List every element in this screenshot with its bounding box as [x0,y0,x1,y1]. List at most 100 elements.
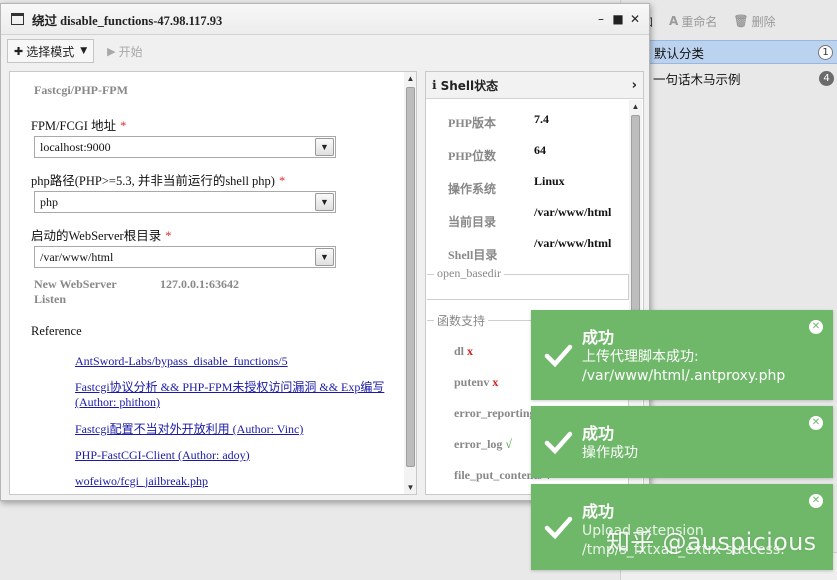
reference-link[interactable]: wofeiwo/fcgi_jailbreak.php [75,474,393,489]
php-path-value: php [40,195,58,209]
toast-title: 成功 [582,328,615,347]
toast-message: 上传代理脚本成功: /var/www/html/.antproxy.php [582,348,785,386]
delete-category-button[interactable]: 🗑 删除 [725,13,783,30]
webroot-label: 启动的WebServer根目录 * [31,225,171,244]
fpm-address-select[interactable]: localhost:9000 ▼ [34,136,336,158]
category-count-badge: 4 [819,70,834,86]
webroot-value: /var/www/html [40,250,114,264]
chevron-right-icon[interactable]: › [632,78,637,93]
success-toast[interactable]: 成功 上传代理脚本成功: /var/www/html/.antproxy.php… [531,310,833,400]
play-icon: ▶ [107,44,116,58]
reference-links: AntSword-Labs/bypass_disable_functions/5… [75,354,393,494]
success-toast[interactable]: 成功 操作成功 ✕ [531,406,833,478]
window-title: 绕过 disable_functions-47.98.117.93 [32,13,223,28]
watermark-text: 知乎 @auspicious [606,528,817,556]
stat-value: 7.4 [534,112,549,126]
new-webserver-value: 127.0.0.1:63642 [160,277,239,291]
php-path-label-text: php路径(PHP>=5.3, 并非当前运行的shell php) [31,174,275,188]
fpm-address-value: localhost:9000 [40,140,111,154]
window-titlebar[interactable]: 绕过 disable_functions-47.98.117.93 – ■ ✕ [1,4,649,35]
trash-icon: 🗑 [733,14,749,28]
toast-message-line: 操作成功 [582,445,638,461]
function-row: dl x [454,344,473,359]
chevron-down-icon[interactable]: ▼ [315,138,334,156]
function-name: error_log [454,437,503,451]
stat-key: PHP位数 [448,149,496,163]
category-list: 默认分类 1 一句话木马示例 4 [621,40,837,92]
unsupported-mark: x [492,375,499,389]
category-toolbar: 添加 A 重命名 🗑 删除 [621,8,837,34]
category-label: 默认分类 [654,45,705,61]
reference-link[interactable]: AntSword-Labs/bypass_disable_functions/5 [75,354,393,369]
select-mode-label: 选择模式 [26,44,75,59]
category-count-badge: 1 [818,44,833,60]
close-icon[interactable]: ✕ [809,320,823,334]
start-label: 开始 [118,44,143,59]
toast-title: 成功 [582,502,615,521]
scroll-down-icon[interactable]: ▼ [404,481,416,494]
reference-link[interactable]: Fastcgi配置不当对外开放利用 (Author: Vinc) [75,422,393,437]
checkmark-icon [544,431,573,455]
font-a-icon: A [669,14,679,28]
supported-mark: √ [505,437,513,451]
unsupported-mark: x [467,344,474,358]
window-toolbar: ✚ 选择模式 ▼ ▶ 开始 [1,35,649,67]
scrollbar-thumb[interactable] [631,115,640,315]
category-label: 一句话木马示例 [653,71,741,87]
reference-link[interactable]: PHP-FastCGI-Client (Author: adoy) [75,448,393,463]
stat-key: 操作系统 [448,182,497,196]
function-row: error_log √ [454,437,512,452]
rename-label: 重命名 [681,14,718,29]
window-icon [11,13,24,25]
required-mark: * [165,229,172,243]
toast-message-line: 上传代理脚本成功: [582,349,699,365]
stat-key: 当前目录 [448,215,497,229]
functions-legend: 函数支持 [434,312,489,329]
toast-title: 成功 [582,424,615,443]
function-name: putenv [454,375,490,389]
rename-category-button[interactable]: A 重命名 [661,13,725,30]
scrollbar-thumb[interactable] [406,87,415,467]
checkmark-icon [544,516,573,540]
minimize-button[interactable]: – [593,12,609,26]
close-icon[interactable]: ✕ [809,494,823,508]
category-item-default[interactable]: 默认分类 1 [621,40,837,64]
php-path-label: php路径(PHP>=5.3, 并非当前运行的shell php) * [31,170,285,189]
delete-label: 删除 [751,14,776,29]
info-icon: ℹ [432,78,437,92]
stat-value: /var/www/html [534,205,612,219]
form-scrollbar[interactable]: ▲ ▼ [404,72,416,494]
function-name: file_put_contents [454,468,542,482]
chevron-down-icon[interactable]: ▼ [315,248,334,266]
close-icon[interactable]: ✕ [809,416,823,430]
shell-status-header[interactable]: ℹ Shell状态 › [426,72,643,99]
maximize-button[interactable]: ■ [610,12,626,26]
checkmark-icon [544,344,573,368]
stat-key: PHP版本 [448,116,496,130]
close-button[interactable]: ✕ [627,12,643,26]
required-mark: * [278,174,286,188]
start-button[interactable]: ▶ 开始 [100,39,149,63]
webroot-select[interactable]: /var/www/html ▼ [34,246,336,268]
config-form-pane: Fastcgi/PHP-FPM FPM/FCGI 地址 * localhost:9… [9,71,417,495]
section-title: Fastcgi/PHP-FPM [34,83,128,97]
reference-link[interactable]: Fastcgi协议分析 && PHP-FPM未授权访问漏洞 && Exp编写(A… [75,380,393,410]
function-name: error_reporting [454,406,536,420]
function-row: putenv x [454,375,498,390]
toast-message-line: /var/www/html/.antproxy.php [582,368,786,384]
webroot-label-text: 启动的WebServer根目录 [31,229,162,243]
scroll-up-icon[interactable]: ▲ [629,100,642,113]
caret-down-icon: ▼ [80,46,88,56]
fpm-address-label-text: FPM/FCGI 地址 [31,119,117,133]
php-path-select[interactable]: php ▼ [34,191,336,213]
required-mark: * [120,119,127,133]
plus-circle-icon: ✚ [14,44,24,58]
function-name: dl [454,344,465,358]
select-mode-dropdown[interactable]: ✚ 选择模式 ▼ [7,39,95,63]
chevron-down-icon[interactable]: ▼ [315,193,334,211]
stat-key: Shell目录 [448,248,498,262]
shell-status-title: Shell状态 [440,78,499,93]
category-item-examples[interactable]: 一句话木马示例 4 [621,66,837,90]
scroll-up-icon[interactable]: ▲ [404,72,416,85]
new-webserver-key: New WebServer Listen [34,277,117,306]
